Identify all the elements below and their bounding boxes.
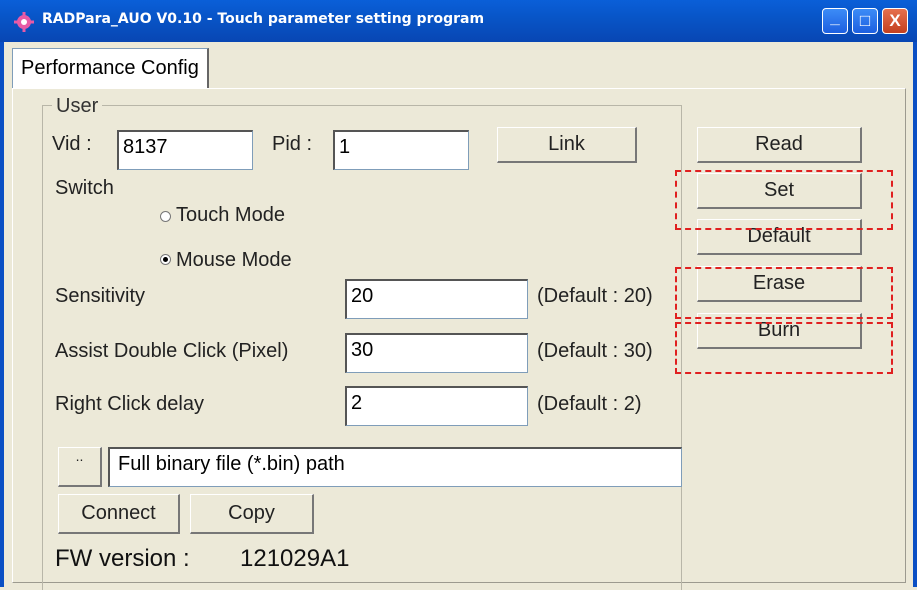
sensitivity-default: (Default : 20) [537,285,653,307]
pid-input[interactable]: 1 [333,130,469,170]
connect-button[interactable]: Connect [58,494,180,534]
tab-label: Performance Config [21,57,199,79]
browse-button[interactable]: .. [58,447,102,487]
window-border-left [0,42,4,587]
groupbox-legend: User [52,95,103,118]
read-button[interactable]: Read [697,127,862,163]
right-click-delay-default: (Default : 2) [537,393,642,415]
minimize-button[interactable]: _ [822,8,848,34]
right-click-delay-input[interactable]: 2 [345,386,528,426]
pid-label: Pid : [272,133,313,155]
fw-version-label: FW version : [55,545,190,572]
sensitivity-input[interactable]: 20 [345,279,528,319]
highlight-set-box [675,170,893,230]
close-button[interactable]: X [882,8,908,34]
copy-button[interactable]: Copy [190,494,314,534]
double-click-default: (Default : 30) [537,340,653,362]
gear-app-icon [14,12,34,32]
vid-label: Vid : [52,133,92,155]
mouse-mode-label[interactable]: Mouse Mode [176,249,292,272]
highlight-burn-box [675,322,893,374]
right-click-delay-label: Right Click delay [55,393,204,415]
window-border-right [913,42,917,587]
bin-path-input[interactable]: Full binary file (*.bin) path [108,447,682,487]
fw-version-value: 121029A1 [240,545,350,572]
maximize-icon: □ [859,11,871,30]
tab-performance-config[interactable]: Performance Config [12,48,209,88]
link-button[interactable]: Link [497,127,637,163]
highlight-erase-box [675,267,893,319]
vid-input[interactable]: 8137 [117,130,253,170]
switch-label: Switch [55,177,114,199]
window-title: RADPara_AUO V0.10 - Touch parameter sett… [42,11,485,27]
double-click-label: Assist Double Click (Pixel) [55,340,289,362]
maximize-button[interactable]: □ [852,8,878,34]
mouse-mode-radio[interactable] [160,254,171,265]
touch-mode-label[interactable]: Touch Mode [176,204,285,227]
sensitivity-label: Sensitivity [55,285,146,307]
minimize-icon: _ [830,8,840,27]
touch-mode-radio[interactable] [160,211,171,222]
close-icon: X [889,11,901,30]
double-click-input[interactable]: 30 [345,333,528,373]
